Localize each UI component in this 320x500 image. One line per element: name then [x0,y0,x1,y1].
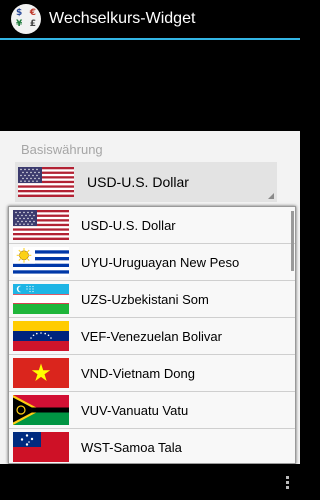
list-item-vuv[interactable]: VUV-Vanuatu Vatu [9,392,295,429]
list-item-label: UZS-Uzbekistani Som [81,291,209,307]
app-currency-icon: $ € ¥ £ [11,4,41,34]
base-currency-label: Basiswährung [21,142,103,157]
list-item-vef[interactable]: VEF-Venezuelan Bolivar [9,318,295,355]
flag-vietnam-icon [13,358,69,388]
app-icon-letter: ¥ [16,19,23,29]
list-item-uyu[interactable]: UYU-Uruguayan New Peso [9,244,295,281]
flag-venezuela-icon [13,321,69,351]
list-item-uzs[interactable]: UZS-Uzbekistani Som [9,281,295,318]
action-bar-divider [0,38,300,40]
flag-vanuatu-icon [13,395,69,425]
list-item-label: VUV-Vanuatu Vatu [81,402,189,418]
flag-uruguay-icon [13,247,69,277]
flag-uzbekistan-icon [13,284,69,314]
list-item-label: WST-Samoa Tala [81,439,182,455]
spinner-indicator-icon [268,193,274,199]
app-icon-letter: € [29,8,36,18]
currency-dropdown-list[interactable]: USD-U.S. Dollar UYU-Uruguayan New Peso U… [8,206,296,464]
dropdown-scrollbar[interactable] [291,211,294,271]
overflow-menu-icon[interactable] [286,476,290,490]
list-item-label: VND-Vietnam Dong [81,365,195,381]
app-icon-letter: £ [29,19,36,29]
base-currency-value: USD-U.S. Dollar [87,174,189,190]
list-item-vnd[interactable]: VND-Vietnam Dong [9,355,295,392]
base-currency-spinner[interactable]: USD-U.S. Dollar [15,162,277,202]
flag-usa-icon [18,167,74,197]
navigation-bar [0,464,300,500]
list-item-label: USD-U.S. Dollar [81,217,176,233]
list-item-label: VEF-Venezuelan Bolivar [81,328,222,344]
list-item-wst[interactable]: WST-Samoa Tala [9,429,295,463]
list-item-usd[interactable]: USD-U.S. Dollar [9,207,295,244]
screen: $ € ¥ £ Wechselkurs-Widget Basiswährung [0,0,300,500]
flag-samoa-icon [13,432,69,462]
list-item-label: UYU-Uruguayan New Peso [81,254,240,270]
flag-usa-icon [13,210,69,240]
action-bar: $ € ¥ £ Wechselkurs-Widget [0,0,300,38]
app-title: Wechselkurs-Widget [49,10,196,27]
app-icon-letter: $ [16,8,23,18]
